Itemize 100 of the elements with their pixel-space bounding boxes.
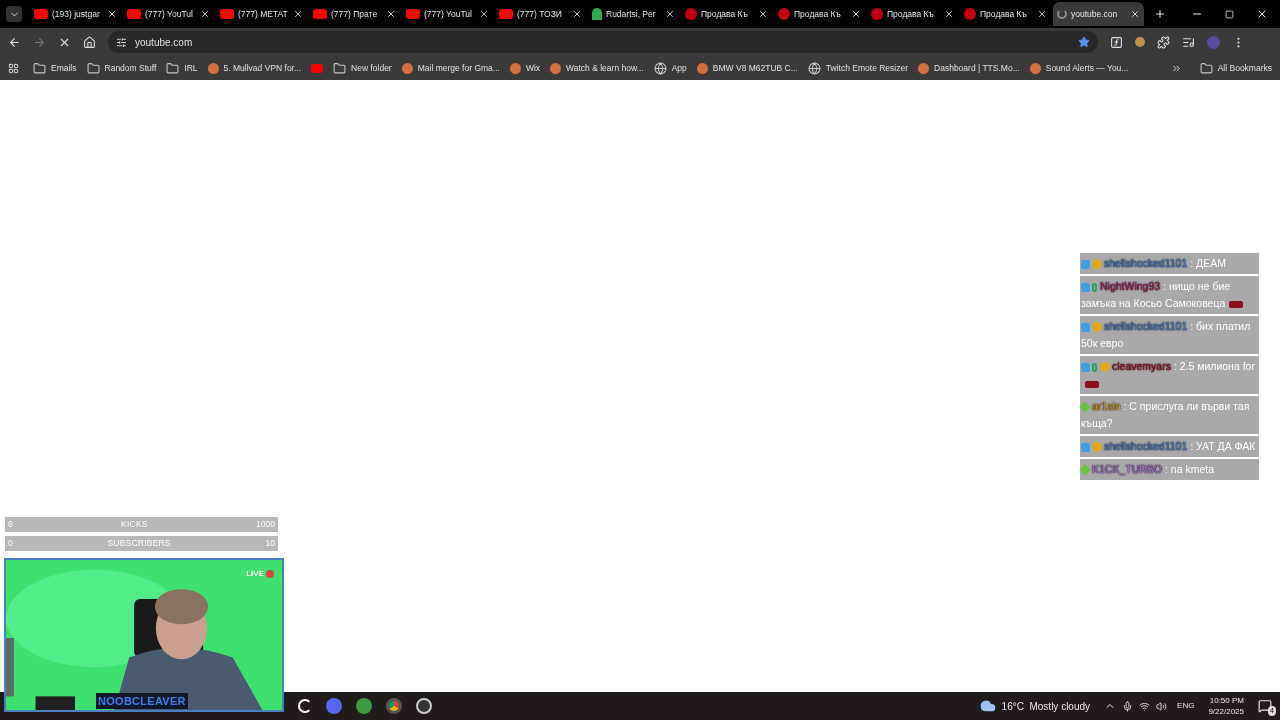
bookmark-label: Dashboard | TTS.Mo... bbox=[934, 61, 1020, 75]
extension-icon[interactable] bbox=[1135, 37, 1145, 47]
microphone-icon[interactable] bbox=[1122, 700, 1134, 712]
extensions-icon[interactable] bbox=[1157, 35, 1170, 49]
bookmark-item[interactable]: Emails bbox=[33, 61, 77, 75]
home-icon[interactable] bbox=[83, 35, 96, 49]
bookmark-label: Wix bbox=[525, 61, 541, 75]
close-icon[interactable] bbox=[386, 9, 396, 19]
tab-title: Продава Къ bbox=[887, 7, 935, 21]
bookmark-label: Sound Alerts — You... bbox=[1045, 61, 1129, 75]
loading-icon bbox=[1057, 9, 1067, 19]
bookmark-label: BMW V8 M62TUB C... bbox=[712, 61, 798, 75]
close-icon[interactable] bbox=[1037, 9, 1047, 19]
bookmark-item[interactable]: Mail merge for Gma... bbox=[401, 61, 500, 75]
folder-icon bbox=[86, 61, 100, 75]
chat-message: shellshocked1101 : бих платил 50к евро bbox=[1080, 316, 1259, 354]
close-icon[interactable] bbox=[107, 9, 117, 19]
apps-icon[interactable] bbox=[8, 62, 19, 74]
close-icon[interactable] bbox=[479, 9, 489, 19]
folder-icon bbox=[333, 61, 347, 75]
close-icon[interactable] bbox=[758, 9, 768, 19]
emote-icon bbox=[1229, 300, 1244, 308]
emote-icon bbox=[1085, 380, 1099, 388]
bookmark-item[interactable]: Dashboard | TTS.Mo... bbox=[918, 61, 1020, 75]
browser-tab[interactable]: youtube.con bbox=[1053, 2, 1144, 26]
site-icon bbox=[778, 8, 790, 20]
chat-username: K1CK_TURBO bbox=[1092, 463, 1163, 475]
cube-badge-icon bbox=[1081, 259, 1090, 269]
chrome-icon[interactable] bbox=[386, 698, 402, 714]
site-icon bbox=[550, 62, 562, 74]
weather-text[interactable]: 16°C Mostly cloudy bbox=[1001, 698, 1091, 714]
media-icon[interactable] bbox=[1182, 35, 1195, 49]
bookmark-item[interactable]: Twitch Emote Resizer bbox=[807, 61, 909, 75]
tab-title: Rudartsi, Per bbox=[606, 7, 657, 21]
chat-username: shellshocked1101 bbox=[1104, 257, 1188, 269]
youtube-icon bbox=[406, 9, 420, 19]
volume-icon[interactable] bbox=[1156, 700, 1168, 712]
bookmark-label: All Bookmarks bbox=[1217, 61, 1272, 75]
bookmark-label: Emails bbox=[51, 61, 77, 75]
tab-title: (777) YouTul bbox=[145, 7, 194, 21]
youtube-icon bbox=[311, 63, 324, 73]
chat-message: NightWing93 : нищо не бие замъка на Косьо Самоковеца bbox=[1080, 276, 1259, 314]
goal-current: 0 bbox=[8, 537, 13, 550]
tab-search-button[interactable] bbox=[6, 6, 22, 22]
bookmark-item[interactable]: IRL bbox=[166, 61, 198, 75]
diamond-badge-icon bbox=[1079, 464, 1091, 476]
cube-badge-icon bbox=[1081, 362, 1090, 372]
site-icon bbox=[401, 62, 413, 74]
bookmark-star-icon[interactable] bbox=[1078, 36, 1090, 48]
notification-icon bbox=[1258, 699, 1272, 713]
close-icon[interactable] bbox=[200, 9, 210, 19]
forward-icon[interactable] bbox=[33, 35, 46, 49]
all-bookmarks-button[interactable]: All Bookmarks bbox=[1199, 61, 1272, 75]
bookmark-item[interactable]: Sound Alerts — You... bbox=[1029, 61, 1129, 75]
site-settings-icon[interactable] bbox=[116, 36, 127, 48]
bookmark-label: Mail merge for Gma... bbox=[417, 61, 500, 75]
bookmark-label: IRL bbox=[184, 61, 198, 75]
bookmark-label: App bbox=[671, 61, 687, 75]
map-pin-icon bbox=[592, 8, 602, 20]
close-icon[interactable] bbox=[665, 9, 675, 19]
tab-title: Продава Къ bbox=[701, 7, 749, 21]
chat-username: ar1sin bbox=[1092, 400, 1121, 412]
bookmark-item[interactable]: New folder bbox=[333, 61, 392, 75]
live-badge: LIVE bbox=[246, 568, 274, 580]
youtube-icon bbox=[127, 9, 141, 19]
coin-badge-icon bbox=[1092, 322, 1102, 333]
bookmark-label: New folder bbox=[351, 61, 392, 75]
network-icon[interactable] bbox=[1139, 700, 1151, 712]
diamond-badge-icon bbox=[1079, 401, 1091, 413]
close-icon[interactable] bbox=[293, 9, 303, 19]
new-tab-icon[interactable] bbox=[1154, 8, 1166, 20]
goal-label: KICKS bbox=[120, 518, 149, 531]
language-indicator[interactable]: ENG bbox=[1177, 700, 1195, 712]
close-icon[interactable] bbox=[851, 9, 861, 19]
clock[interactable]: 10:50 PM 9/22/2025 bbox=[1208, 695, 1244, 717]
chat-message: ar1sin : С прислуга ли върви тая къща? bbox=[1080, 396, 1259, 434]
bookmark-item[interactable]: Wix bbox=[509, 61, 541, 75]
close-window-icon[interactable] bbox=[1256, 8, 1268, 20]
chat-message: shellshocked1101 : УАТ ДА ФАК bbox=[1080, 436, 1259, 457]
app-icon[interactable] bbox=[416, 698, 432, 714]
cube-badge-icon bbox=[1081, 282, 1090, 292]
bookmark-item[interactable]: Random Stuff bbox=[86, 61, 157, 75]
youtube-icon bbox=[220, 9, 234, 19]
cube-badge-icon bbox=[1081, 442, 1090, 452]
bookmark-item[interactable]: App bbox=[653, 61, 687, 75]
function-icon[interactable] bbox=[1110, 35, 1123, 49]
address-bar[interactable]: youtube.com bbox=[108, 31, 1098, 53]
coin-badge-icon bbox=[1092, 259, 1102, 270]
close-icon[interactable] bbox=[944, 9, 954, 19]
close-icon[interactable] bbox=[1130, 9, 1140, 19]
goal-target: 1000 bbox=[256, 518, 275, 531]
bookmark-item[interactable]: Watch & learn how... bbox=[550, 61, 644, 75]
back-icon[interactable] bbox=[8, 35, 21, 49]
restore-icon[interactable] bbox=[1225, 9, 1234, 19]
close-icon[interactable] bbox=[572, 9, 582, 19]
youtube-icon bbox=[34, 9, 48, 19]
bookmark-item[interactable]: 5. Mullvad VPN for... bbox=[207, 61, 302, 75]
folder-icon bbox=[33, 61, 46, 75]
address-text: youtube.com bbox=[135, 35, 194, 50]
bookmark-item[interactable]: BMW V8 M62TUB C... bbox=[696, 61, 798, 75]
